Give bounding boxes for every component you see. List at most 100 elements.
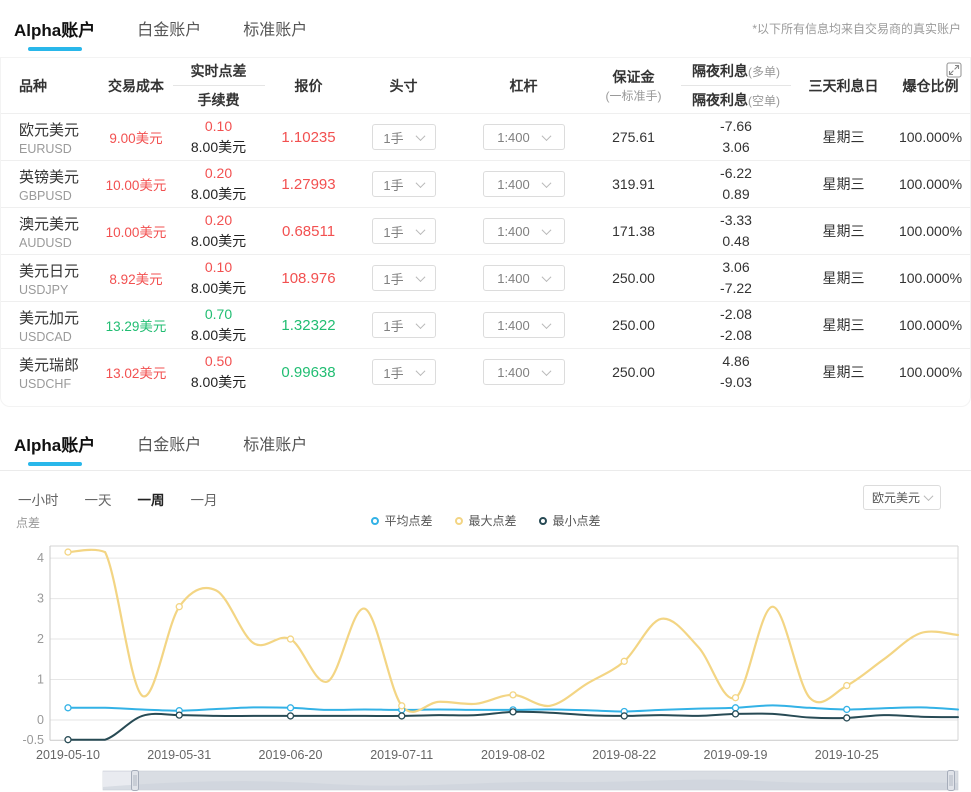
interest-day: 星期三 [796, 268, 891, 288]
header-cost: 交易成本 [101, 76, 171, 96]
commission: 8.00美元 [171, 231, 266, 252]
select-value: 1:400 [497, 177, 530, 192]
chevron-down-icon [415, 178, 425, 188]
symbol-select-value: 欧元美元 [872, 489, 920, 506]
period-one-week[interactable]: 一周 [138, 489, 165, 509]
leverage-cell: 1:400 [456, 312, 591, 338]
tab-standard-account[interactable]: 标准账户 [241, 431, 309, 465]
overnight-long: -2.08 [676, 304, 796, 325]
trading-cost: 13.02美元 [101, 362, 171, 382]
blowout-ratio: 100.000% [891, 270, 970, 286]
data-point-marker [65, 705, 71, 711]
trading-cost: 9.00美元 [101, 127, 171, 147]
period-one-month[interactable]: 一月 [191, 489, 218, 509]
spread-commission-cell: 0.508.00美元 [171, 351, 266, 393]
select-value: 1:400 [497, 318, 530, 333]
chevron-down-icon [541, 225, 551, 235]
position-cell: 1手 [351, 171, 456, 197]
symbol-cell: 英镑美元GBPUSD [1, 166, 101, 203]
commission: 8.00美元 [171, 372, 266, 393]
blowout-ratio: 100.000% [891, 176, 970, 192]
position-select[interactable]: 1手 [372, 218, 436, 244]
period-one-day[interactable]: 一天 [85, 489, 112, 509]
x-tick-label: 2019-09-19 [704, 748, 768, 762]
position-select[interactable]: 1手 [372, 312, 436, 338]
symbol-select[interactable]: 欧元美元 [863, 485, 941, 510]
symbol-cell: 美元日元USDJPY [1, 260, 101, 297]
select-value: 1手 [383, 222, 403, 241]
margin-value: 275.61 [591, 129, 676, 145]
header-margin: 保证金 (一标准手) [591, 67, 676, 104]
table-row: 澳元美元AUDUSD10.00美元0.208.00美元0.685111手1:40… [1, 207, 970, 254]
position-cell: 1手 [351, 265, 456, 291]
leverage-cell: 1:400 [456, 359, 591, 385]
x-tick-label: 2019-07-11 [370, 748, 433, 762]
margin-value: 250.00 [591, 317, 676, 333]
blowout-ratio: 100.000% [891, 223, 970, 239]
series-line-2 [68, 712, 958, 740]
leverage-select[interactable]: 1:400 [483, 124, 565, 150]
y-tick-label: 2 [37, 632, 44, 646]
tab-alpha-account[interactable]: Alpha账户 [12, 431, 97, 466]
commission: 8.00美元 [171, 325, 266, 346]
select-value: 1:400 [497, 271, 530, 286]
overnight-long: 3.06 [676, 257, 796, 278]
chevron-down-icon [541, 131, 551, 141]
data-point-marker [510, 692, 516, 698]
legend-item-average-spread[interactable]: 平均点差 [370, 512, 432, 529]
x-tick-label: 2019-05-31 [147, 748, 211, 762]
data-point-marker [621, 658, 627, 664]
tab-alpha-account[interactable]: Alpha账户 [12, 16, 97, 51]
tab-standard-account[interactable]: 标准账户 [241, 16, 309, 50]
position-select[interactable]: 1手 [372, 265, 436, 291]
leverage-select[interactable]: 1:400 [483, 218, 565, 244]
tab-platinum-account[interactable]: 白金账户 [135, 431, 203, 465]
series-line-1 [68, 550, 958, 712]
period-one-hour[interactable]: 一小时 [18, 489, 59, 509]
leverage-select[interactable]: 1:400 [483, 312, 565, 338]
overnight-long: -7.66 [676, 116, 796, 137]
select-value: 1:400 [497, 224, 530, 239]
blowout-ratio: 100.000% [891, 129, 970, 145]
position-select[interactable]: 1手 [372, 171, 436, 197]
legend-item-max-spread[interactable]: 最大点差 [454, 512, 516, 529]
position-cell: 1手 [351, 359, 456, 385]
data-point-marker [844, 683, 850, 689]
chart-legend: 平均点差 最大点差 最小点差 [370, 512, 600, 529]
header-blowout: 爆仓比例 [891, 76, 970, 96]
leverage-select[interactable]: 1:400 [483, 265, 565, 291]
data-point-marker [288, 636, 294, 642]
overnight-cell: -3.330.48 [676, 210, 796, 252]
symbol-cell: 欧元美元EURUSD [1, 119, 101, 156]
header-divider [681, 85, 791, 86]
header-commission: 手续费 [198, 90, 240, 110]
interest-day: 星期三 [796, 315, 891, 335]
leverage-select[interactable]: 1:400 [483, 359, 565, 385]
chevron-down-icon [415, 366, 425, 376]
overnight-short: 0.89 [676, 184, 796, 205]
overnight-short: -7.22 [676, 278, 796, 299]
legend-label: 平均点差 [384, 512, 432, 529]
expand-icon[interactable] [946, 62, 962, 78]
select-value: 1:400 [497, 130, 530, 145]
position-select[interactable]: 1手 [372, 359, 436, 385]
blowout-ratio: 100.000% [891, 317, 970, 333]
tab-platinum-account[interactable]: 白金账户 [135, 16, 203, 50]
position-select[interactable]: 1手 [372, 124, 436, 150]
y-tick-label: 4 [37, 551, 44, 565]
interest-day: 星期三 [796, 362, 891, 382]
symbol-cell: 美元加元USDCAD [1, 307, 101, 344]
symbol-name: 欧元美元 [19, 119, 101, 140]
overnight-cell: -2.08-2.08 [676, 304, 796, 346]
datazoom-handle-right[interactable] [948, 771, 955, 791]
disclaimer-note: *以下所有信息均来自交易商的真实账户 [752, 20, 961, 37]
header-overnight-long: 隔夜利息(多单) [692, 61, 780, 81]
legend-item-min-spread[interactable]: 最小点差 [539, 512, 601, 529]
data-point-marker [65, 549, 71, 555]
table-row: 欧元美元EURUSD9.00美元0.108.00美元1.102351手1:400… [1, 113, 970, 160]
overnight-short: -9.03 [676, 372, 796, 393]
symbol-name: 澳元美元 [19, 213, 101, 234]
leverage-select[interactable]: 1:400 [483, 171, 565, 197]
datazoom-handle-left[interactable] [132, 771, 139, 791]
symbol-code: GBPUSD [19, 189, 101, 203]
